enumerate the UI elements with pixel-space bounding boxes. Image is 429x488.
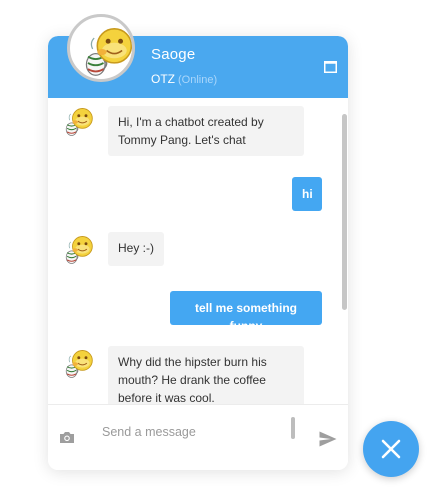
close-chat-button[interactable] xyxy=(363,421,419,477)
bot-message: Why did the hipster burn his mouth? He d… xyxy=(108,346,304,404)
input-resize-handle[interactable] xyxy=(291,417,295,439)
bot-name: Saoge xyxy=(151,46,196,63)
message-composer xyxy=(48,404,348,470)
window-maximize-icon[interactable] xyxy=(324,60,337,73)
user-message: hi xyxy=(292,177,322,211)
close-icon xyxy=(381,439,401,459)
chat-widget: Saoge OTZ (Online) Hi, I'm a chatbot crea… xyxy=(48,36,348,470)
message-input[interactable] xyxy=(102,419,282,445)
send-icon[interactable] xyxy=(319,431,337,447)
user-message: tell me something funny xyxy=(170,291,322,333)
online-status: (Online) xyxy=(178,74,218,86)
message-scrollbar[interactable] xyxy=(340,98,348,404)
bot-status-line: OTZ (Online) xyxy=(151,72,217,86)
scrollbar-thumb[interactable] xyxy=(342,114,347,310)
company-name: OTZ xyxy=(151,72,175,86)
bot-profile-avatar xyxy=(67,14,135,82)
bot-avatar xyxy=(59,232,95,268)
bot-avatar xyxy=(59,104,95,140)
bot-message: Hey :-) xyxy=(108,232,164,266)
bot-avatar xyxy=(59,346,95,382)
bot-message: Hi, I'm a chatbot created by Tommy Pang.… xyxy=(108,106,304,156)
message-list[interactable]: Hi, I'm a chatbot created by Tommy Pang.… xyxy=(48,98,348,404)
camera-icon[interactable] xyxy=(59,431,75,444)
